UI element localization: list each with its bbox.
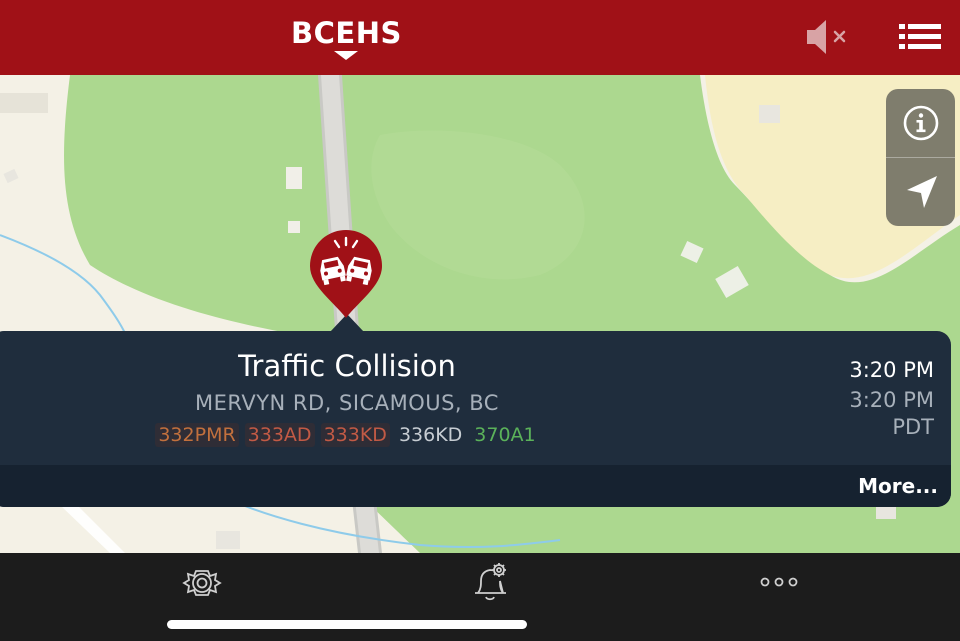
unit-chip: 370A1 [474, 424, 536, 446]
unit-chip: 332PMR [155, 423, 239, 447]
tab-incidents[interactable] [178, 561, 226, 603]
callout-footer [0, 465, 951, 507]
unit-chip: 336KD [398, 424, 463, 446]
caret-down-icon[interactable] [334, 51, 358, 60]
incident-address: MERVYN RD, SICAMOUS, BC [195, 391, 499, 415]
tab-alerts[interactable] [466, 561, 514, 603]
incident-title: Traffic Collision [238, 349, 456, 383]
incident-time-secondary: 3:20 PM [849, 388, 934, 412]
more-details-button[interactable]: More... [830, 474, 938, 498]
unit-chip: 333AD [244, 423, 315, 447]
agency-selector[interactable]: BCEHS [291, 16, 401, 50]
info-icon [903, 105, 938, 141]
incident-timezone: PDT [892, 415, 934, 439]
info-button[interactable] [886, 89, 955, 157]
locate-me-button[interactable] [886, 158, 955, 226]
bell-settings-icon [475, 563, 506, 601]
tab-more[interactable] [755, 561, 803, 603]
responding-units: 332PMR 333AD 333KD 336KD 370A1 [0, 423, 694, 447]
traffic-collision-icon [310, 230, 382, 318]
unit-chip: 333KD [320, 423, 390, 447]
location-arrow-icon [906, 176, 937, 208]
speaker-muted-icon[interactable] [803, 16, 851, 58]
fire-rescue-emblem-icon [182, 570, 222, 596]
ellipsis-icon [760, 577, 798, 587]
incident-pin[interactable] [308, 228, 384, 320]
map-controls [886, 89, 955, 226]
list-menu-icon[interactable] [896, 20, 944, 54]
app-header: BCEHS [0, 0, 960, 75]
incident-time: 3:20 PM [849, 358, 934, 382]
home-indicator[interactable] [167, 620, 527, 629]
